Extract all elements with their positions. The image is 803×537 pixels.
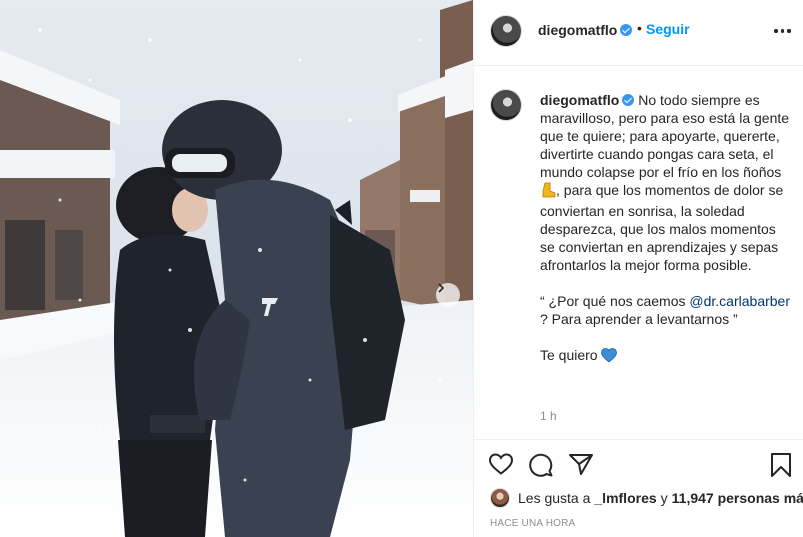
liker-avatar[interactable] [490, 488, 510, 508]
post-header: diegomatflo • Seguir [474, 0, 803, 66]
caption-timestamp: 1 h [540, 409, 557, 423]
caption: diegomatflo No todo siempre es maravillo… [540, 91, 794, 367]
share-icon[interactable] [568, 452, 594, 476]
caption-text-part2: , para que los momentos de dolor se conv… [540, 182, 784, 273]
author-username[interactable]: diegomatflo [538, 22, 617, 38]
caption-quote-close: ? Para aprender a levantarnos ” [540, 311, 738, 327]
save-icon[interactable] [770, 452, 792, 478]
mention-link[interactable]: @dr.carlabarber [689, 293, 790, 309]
heart-icon[interactable] [488, 452, 514, 476]
liker-username[interactable]: _lmflores [594, 490, 656, 506]
comment-icon[interactable] [528, 452, 554, 478]
caption-quote-open: “ ¿Por qué nos caemos [540, 293, 690, 309]
couple-snow-photo [0, 0, 473, 537]
comments-section: diegomatflo No todo siempre es maravillo… [474, 67, 803, 439]
post-date[interactable]: Hace una hora [490, 518, 575, 529]
verified-badge-icon [620, 24, 632, 36]
more-options-icon[interactable] [774, 24, 794, 38]
blue-heart-emoji [601, 348, 618, 367]
caption-username[interactable]: diegomatflo [540, 92, 619, 108]
author-avatar[interactable] [490, 15, 522, 47]
caption-closing: Te quiero [540, 347, 598, 363]
yellow-boot-emoji [540, 182, 556, 202]
follow-button[interactable]: Seguir [646, 21, 690, 37]
verified-badge-icon [622, 94, 635, 106]
post-side-panel: diegomatflo • Seguir diegomatflo No todo… [473, 0, 803, 537]
post-actions: Les gusta a _lmflores y 11,947 personas … [474, 439, 803, 537]
separator-dot: • [637, 20, 642, 36]
likes-summary: Les gusta a _lmflores y 11,947 personas … [490, 488, 803, 508]
chevron-right-icon [438, 283, 445, 293]
likes-count[interactable]: 11,947 personas más [672, 490, 803, 506]
likes-and: y [660, 490, 668, 506]
carousel-next-button[interactable] [436, 283, 460, 307]
post-photo[interactable] [0, 0, 473, 537]
likes-prefix: Les gusta a [518, 490, 591, 506]
caption-author-avatar[interactable] [490, 89, 522, 121]
